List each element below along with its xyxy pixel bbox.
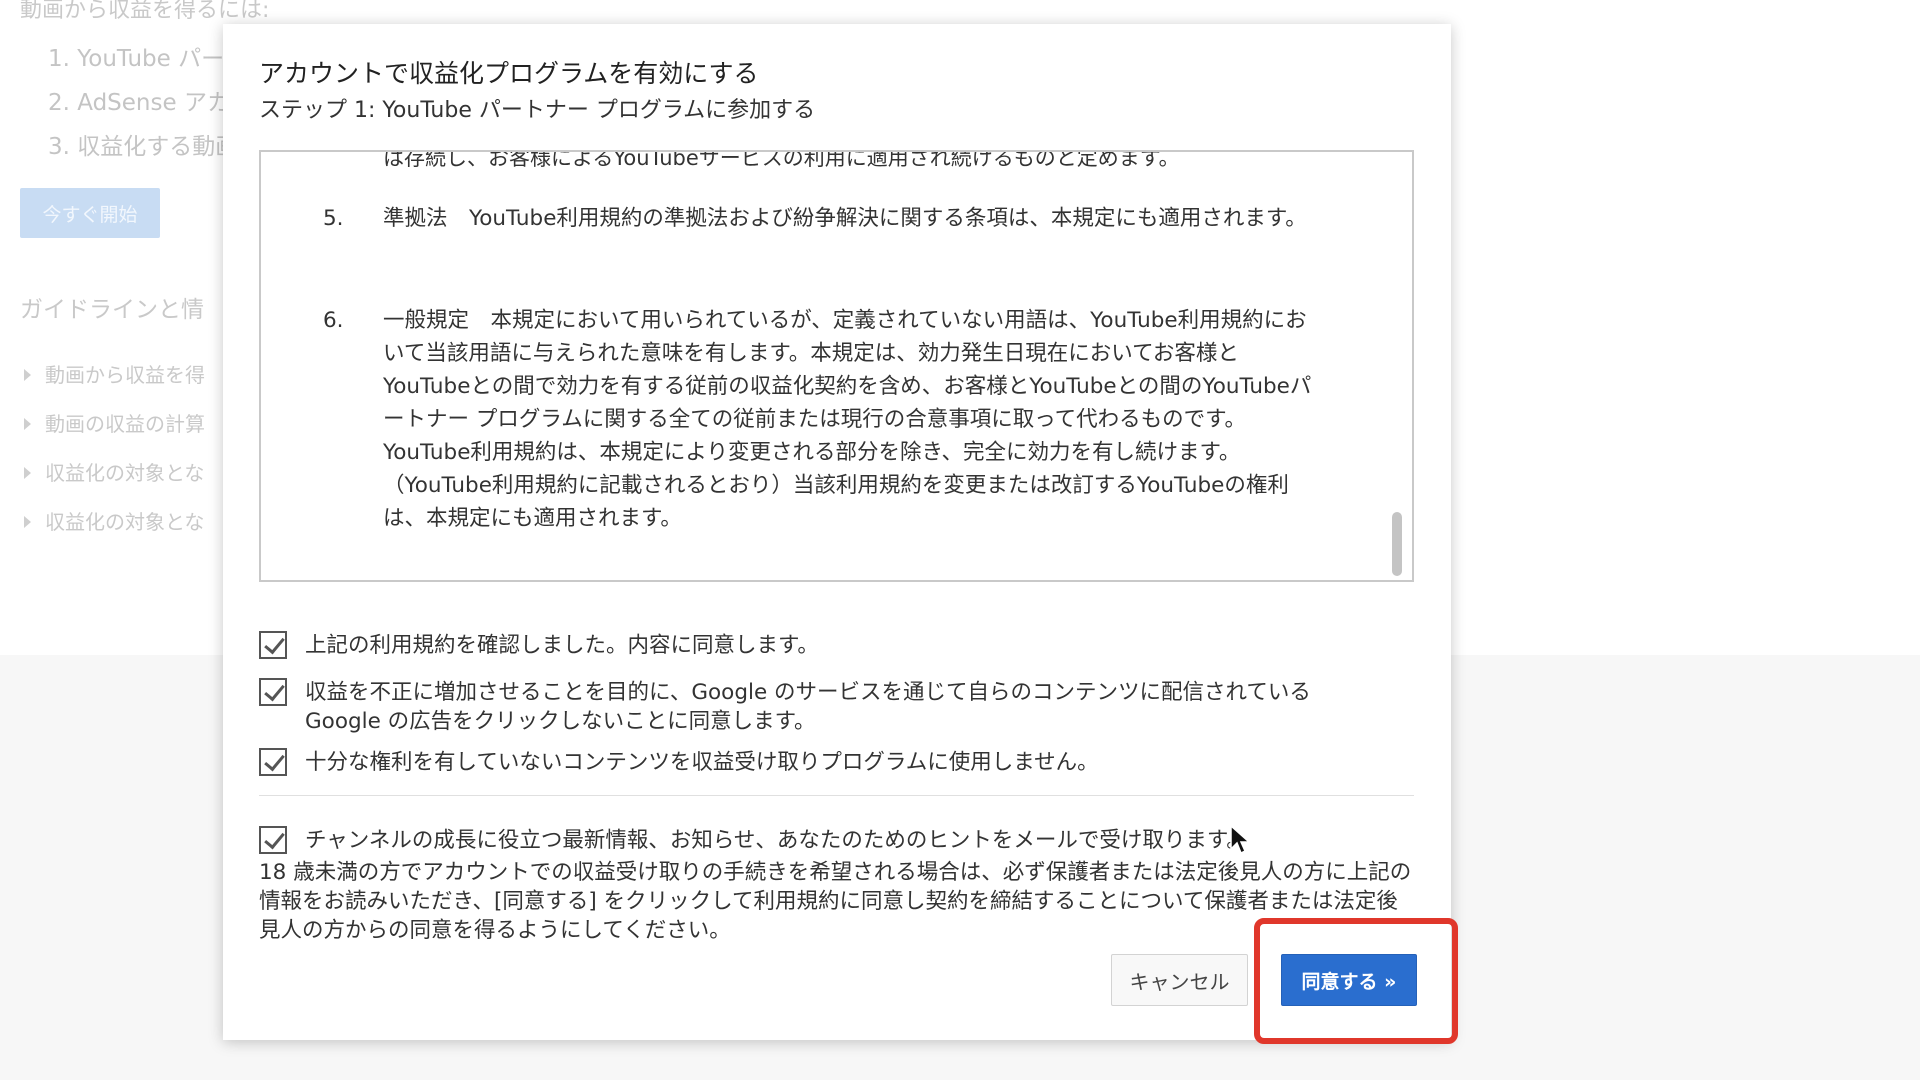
no-click-ads-label[interactable]: 収益を不正に増加させることを目的に、Google のサービスを通じて自らのコンテ… — [305, 678, 1385, 736]
caret-right-icon — [24, 368, 31, 381]
agree-terms-checkbox[interactable] — [259, 631, 287, 659]
terms-item-text: 準拠法 YouTube利用規約の準拠法および紛争解決に関する条項は、本規定にも適… — [383, 206, 1307, 231]
dialog-title: アカウントで収益化プログラムを有効にする — [259, 59, 759, 88]
mouse-cursor-icon — [1230, 825, 1251, 855]
bg-link: 収益化の対象とな — [24, 448, 205, 497]
terms-scroll-box[interactable]: は存続し、お客様によるYouTubeサービスの利用に適用され続けるものと定めます… — [259, 150, 1414, 582]
cancel-button[interactable]: キャンセル — [1111, 954, 1248, 1006]
terms-partial-line: は存続し、お客様によるYouTubeサービスの利用に適用され続けるものと定めます… — [383, 150, 1180, 170]
no-click-ads-row[interactable]: 収益を不正に増加させることを目的に、Google のサービスを通じて自らのコンテ… — [259, 678, 1399, 736]
bg-link: 収益化の対象とな — [24, 497, 205, 546]
dialog-subtitle: ステップ 1: YouTube パートナー プログラムに参加する — [259, 98, 816, 123]
bg-link: 動画から収益を得 — [24, 350, 205, 399]
bg-guide-heading: ガイドラインと情 — [20, 297, 204, 323]
bg-start-button: 今すぐ開始 — [20, 188, 160, 238]
content-rights-row[interactable]: 十分な権利を有していないコンテンツを収益受け取りプログラムに使用しません。 — [259, 748, 1099, 777]
under-18-notice: 18 歳未満の方でアカウントでの収益受け取りの手続きを希望される場合は、必ず保護… — [259, 860, 1412, 943]
content-rights-checkbox[interactable] — [259, 748, 287, 776]
email-updates-row[interactable]: チャンネルの成長に役立つ最新情報、お知らせ、あなたのためのヒントをメールで受け取… — [259, 826, 1248, 855]
bg-step: 2. AdSense アカ — [48, 90, 230, 116]
bg-steps-list: 1. YouTube パー 2. AdSense アカ 3. 収益化する動画 — [48, 44, 238, 176]
bg-step: 3. 収益化する動画 — [48, 134, 239, 160]
bg-heading: 動画から収益を得るには: — [20, 0, 270, 23]
email-updates-checkbox[interactable] — [259, 826, 287, 854]
checkmark-icon — [264, 749, 285, 772]
checkmark-icon — [264, 632, 285, 655]
caret-right-icon — [24, 417, 31, 430]
monetization-dialog: アカウントで収益化プログラムを有効にする ステップ 1: YouTube パート… — [223, 24, 1451, 1040]
agree-button-highlight — [1254, 918, 1458, 1044]
bg-link: 動画の収益の計算 — [24, 399, 205, 448]
terms-item-number: 5. — [323, 206, 344, 231]
bg-links: 動画から収益を得 動画の収益の計算 収益化の対象とな 収益化の対象とな — [24, 350, 205, 546]
agree-terms-row[interactable]: 上記の利用規約を確認しました。内容に同意します。 — [259, 631, 819, 660]
bg-step: 1. YouTube パー — [48, 46, 225, 72]
agree-terms-label[interactable]: 上記の利用規約を確認しました。内容に同意します。 — [305, 631, 819, 660]
checkmark-icon — [264, 679, 285, 702]
checkmark-icon — [264, 827, 285, 850]
content-rights-label[interactable]: 十分な権利を有していないコンテンツを収益受け取りプログラムに使用しません。 — [305, 748, 1099, 777]
caret-right-icon — [24, 515, 31, 528]
terms-item-number: 6. — [323, 308, 344, 333]
email-updates-label[interactable]: チャンネルの成長に役立つ最新情報、お知らせ、あなたのためのヒントをメールで受け取… — [305, 826, 1248, 855]
no-click-ads-checkbox[interactable] — [259, 678, 287, 706]
terms-item-text: 一般規定 本規定において用いられているが、定義されていない用語は、YouTube… — [383, 308, 1312, 531]
caret-right-icon — [24, 466, 31, 479]
divider — [259, 795, 1414, 796]
terms-scrollbar-thumb[interactable] — [1392, 512, 1402, 576]
